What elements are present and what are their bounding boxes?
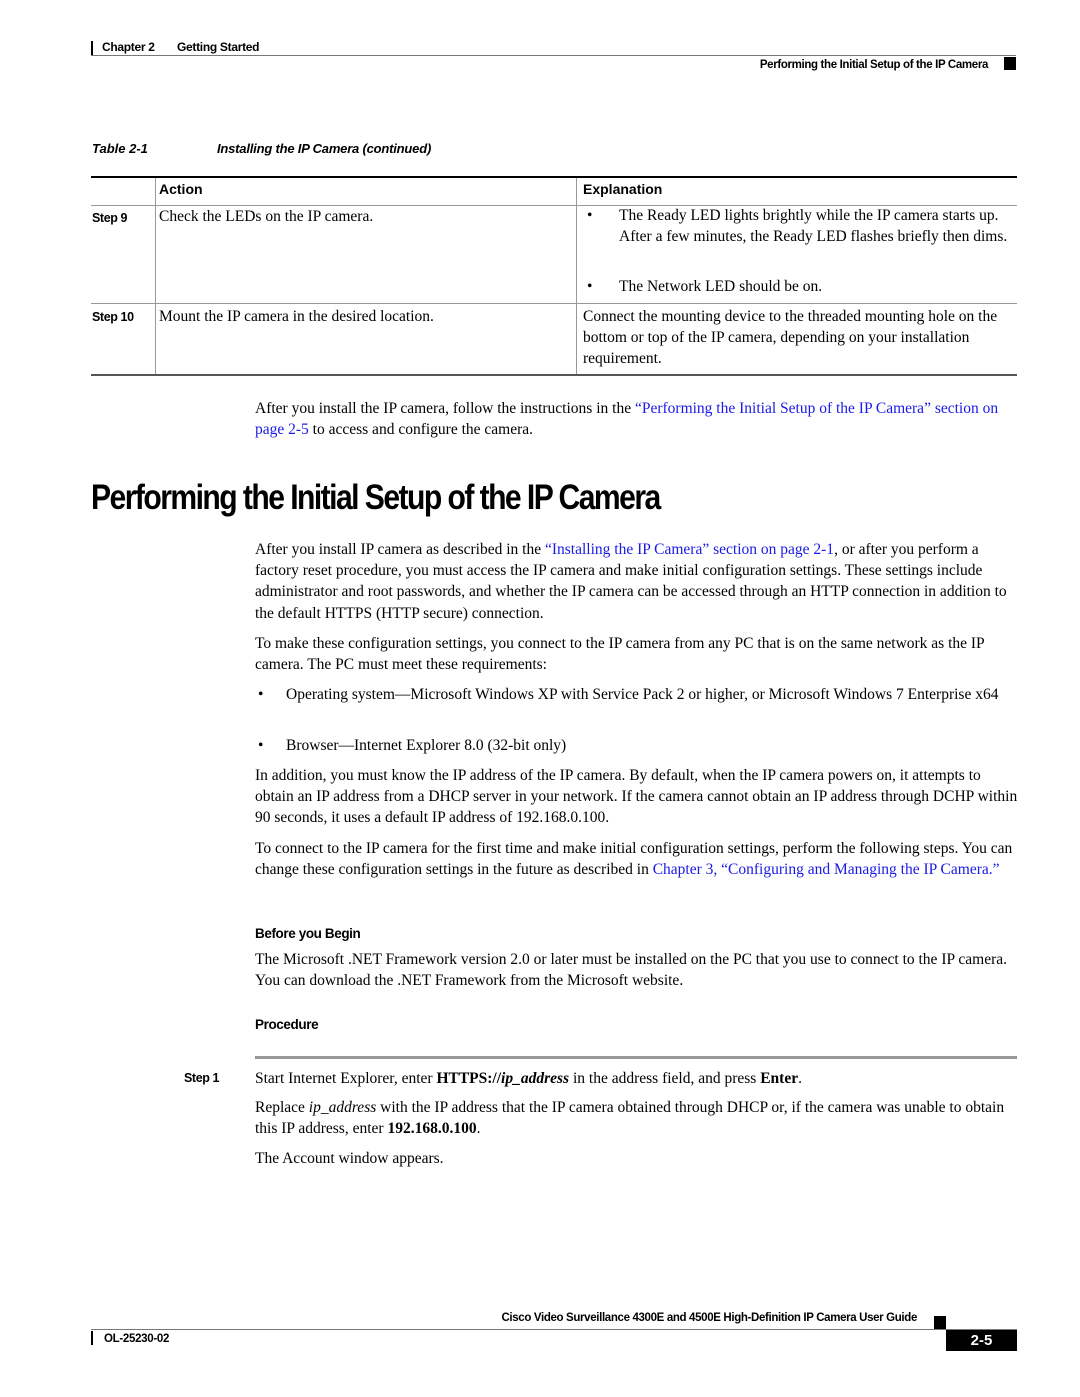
header-chapter-title: Getting Started	[177, 40, 260, 54]
table-row-step-label: Step 9	[92, 211, 128, 225]
header-chapter-label: Chapter 2	[102, 40, 155, 54]
table-row-rule	[91, 303, 1017, 304]
section-heading: Performing the Initial Setup of the IP C…	[91, 478, 661, 517]
procedure-heading: Procedure	[255, 1017, 319, 1032]
table-row-explanation: Connect the mounting device to the threa…	[583, 308, 998, 367]
table-header-explanation: Explanation	[583, 181, 663, 197]
procedure-step-label: Step 1	[184, 1071, 220, 1085]
table-row-step-label: Step 10	[92, 310, 134, 324]
footer-doc-number: OL-25230-02	[104, 1333, 170, 1345]
link-installing-ip-camera[interactable]: “Installing the IP Camera” section on pa…	[545, 541, 834, 558]
procedure-step-detail: Replace ip_address with the IP address t…	[255, 1099, 1005, 1138]
table-top-rule	[91, 176, 1017, 178]
procedure-step-line: Start Internet Explorer, enter HTTPS://i…	[255, 1070, 802, 1087]
footer-bar	[91, 1331, 93, 1345]
footer-page-number: 2-5	[946, 1330, 1017, 1351]
table-header-action: Action	[159, 181, 203, 197]
procedure-rule	[255, 1056, 1017, 1059]
requirement-item: • Operating system—Microsoft Windows XP …	[255, 684, 1020, 705]
table-row-action: Mount the IP camera in the desired locat…	[159, 308, 434, 325]
bullet-icon: •	[587, 278, 593, 295]
header-section-title: Performing the Initial Setup of the IP C…	[759, 59, 988, 71]
bullet-icon: •	[258, 737, 264, 754]
header-rule	[91, 55, 1016, 56]
footer-guide-title: Cisco Video Surveillance 4300E and 4500E…	[501, 1312, 917, 1324]
table-col-divider	[155, 178, 156, 374]
procedure-step-result: The Account window appears.	[255, 1150, 444, 1167]
intro-paragraph: After you install IP camera as described…	[255, 541, 1007, 622]
before-you-begin-heading: Before you Begin	[255, 926, 361, 941]
table-col-divider	[576, 178, 577, 374]
footer-marker	[934, 1316, 946, 1329]
ip-address-paragraph: In addition, you must know the IP addres…	[255, 767, 1018, 827]
requirements-intro: To make these configuration settings, yo…	[255, 635, 985, 674]
requirement-item: • Browser—Internet Explorer 8.0 (32-bit …	[255, 735, 1020, 756]
table-caption-number: Table 2-1	[92, 141, 148, 156]
table-bottom-rule	[91, 374, 1017, 376]
table-row-action: Check the LEDs on the IP camera.	[159, 208, 374, 225]
footer-rule	[91, 1329, 1017, 1330]
after-table-paragraph: After you install the IP camera, follow …	[255, 400, 999, 439]
bullet-icon: •	[587, 207, 593, 224]
header-bar	[91, 41, 93, 55]
table-row-explanation-bullet: • The Ready LED lights brightly while th…	[587, 207, 1008, 245]
link-chapter-3[interactable]: Chapter 3, “Configuring and Managing the…	[653, 861, 1000, 878]
connect-paragraph: To connect to the IP camera for the firs…	[255, 840, 1013, 879]
table-row-explanation-bullet: • The Network LED should be on.	[587, 278, 823, 295]
header-marker	[1004, 57, 1016, 70]
bullet-icon: •	[258, 686, 264, 703]
before-you-begin-text: The Microsoft .NET Framework version 2.0…	[255, 951, 1008, 990]
table-caption-title: Installing the IP Camera (continued)	[217, 141, 432, 156]
